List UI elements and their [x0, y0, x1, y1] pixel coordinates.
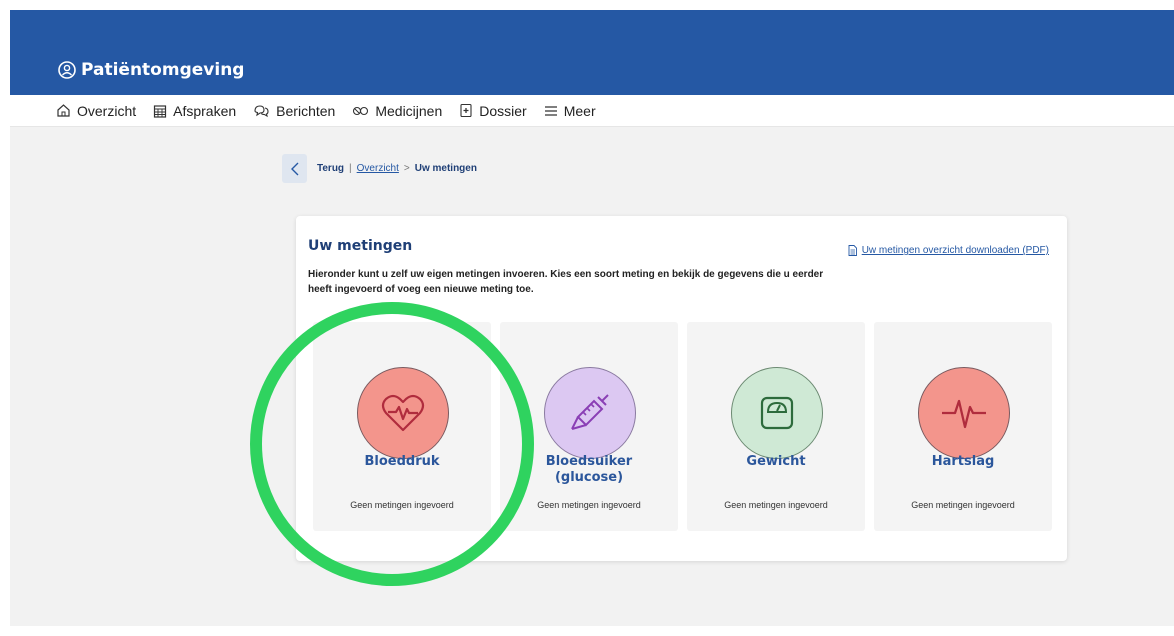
app-brand[interactable]: Patiëntomgeving	[58, 60, 244, 80]
breadcrumb-parent-link[interactable]: Overzicht	[357, 163, 399, 174]
breadcrumb-divider: |	[349, 163, 352, 174]
card-description: Hieronder kunt u zelf uw eigen metingen …	[308, 269, 824, 295]
nav-label: Overzicht	[77, 102, 137, 119]
nav-item-afspraken[interactable]: Afspraken	[153, 103, 236, 119]
pdf-link-label: Uw metingen overzicht downloaden (PDF)	[861, 245, 1049, 256]
tile-bloedsuiker[interactable]: Bloedsuiker (glucose) Geen metingen inge…	[500, 322, 678, 531]
nav-label: Berichten	[276, 102, 336, 119]
tile-icon-circle	[918, 367, 1010, 459]
card-title: Uw metingen	[308, 238, 413, 254]
heartbeat-icon	[942, 399, 986, 429]
measurements-card: Uw metingen Uw metingen overzicht downlo…	[296, 216, 1067, 561]
pdf-download-link[interactable]: Uw metingen overzicht downloaden (PDF)	[848, 245, 1049, 256]
document-icon	[848, 245, 857, 256]
tile-bloeddruk[interactable]: Bloeddruk Geen metingen ingevoerd	[313, 322, 491, 531]
nav-label: Afspraken	[173, 102, 237, 119]
breadcrumb: Terug | Overzicht > Uw metingen	[282, 154, 477, 183]
tile-name: Bloeddruk	[364, 454, 440, 469]
tile-status: Geen metingen ingevoerd	[911, 500, 1015, 510]
main-nav: Overzicht Afspraken Berichten Medicijnen…	[10, 95, 1174, 127]
tile-icon-circle	[357, 367, 449, 459]
chevron-left-icon	[290, 162, 298, 175]
dossier-icon	[460, 103, 472, 118]
tile-name: Hartslag	[931, 454, 995, 469]
tile-status: Geen metingen ingevoerd	[724, 500, 828, 510]
measurement-tiles: Bloeddruk Geen metingen ingevoerd Bloeds…	[313, 322, 1052, 531]
page-frame: Patiëntomgeving Overzicht Afspraken Beri…	[10, 10, 1174, 626]
nav-item-meer[interactable]: Meer	[544, 103, 596, 119]
back-button[interactable]	[282, 154, 307, 183]
back-link[interactable]: Terug	[317, 163, 344, 174]
calendar-icon	[154, 104, 167, 118]
syringe-icon	[571, 394, 609, 430]
nav-item-dossier[interactable]: Dossier	[459, 102, 527, 119]
home-icon	[57, 104, 70, 117]
tile-name: Gewicht	[746, 454, 806, 469]
nav-label: Dossier	[479, 102, 527, 119]
tile-gewicht[interactable]: Gewicht Geen metingen ingevoerd	[687, 322, 865, 531]
user-icon	[58, 61, 76, 79]
nav-item-berichten[interactable]: Berichten	[253, 103, 335, 119]
nav-item-overzicht[interactable]: Overzicht	[56, 103, 136, 119]
nav-label: Meer	[563, 102, 596, 119]
tile-status: Geen metingen ingevoerd	[350, 500, 454, 510]
tile-name: Bloedsuiker (glucose)	[545, 454, 633, 485]
chat-icon	[254, 105, 269, 118]
header-bar: Patiëntomgeving	[10, 10, 1174, 95]
menu-icon	[544, 105, 557, 116]
tile-hartslag[interactable]: Hartslag Geen metingen ingevoerd	[874, 322, 1052, 531]
scale-icon	[760, 396, 794, 430]
breadcrumb-current: Uw metingen	[414, 163, 477, 174]
heart-pulse-icon	[381, 394, 425, 432]
tile-icon-circle	[544, 367, 636, 459]
nav-label: Medicijnen	[375, 102, 443, 119]
pills-icon	[353, 106, 369, 116]
app-title: Patiëntomgeving	[81, 60, 245, 80]
tile-status: Geen metingen ingevoerd	[537, 500, 641, 510]
tile-icon-circle	[731, 367, 823, 459]
breadcrumb-separator: >	[403, 163, 410, 174]
nav-item-medicijnen[interactable]: Medicijnen	[352, 103, 442, 119]
